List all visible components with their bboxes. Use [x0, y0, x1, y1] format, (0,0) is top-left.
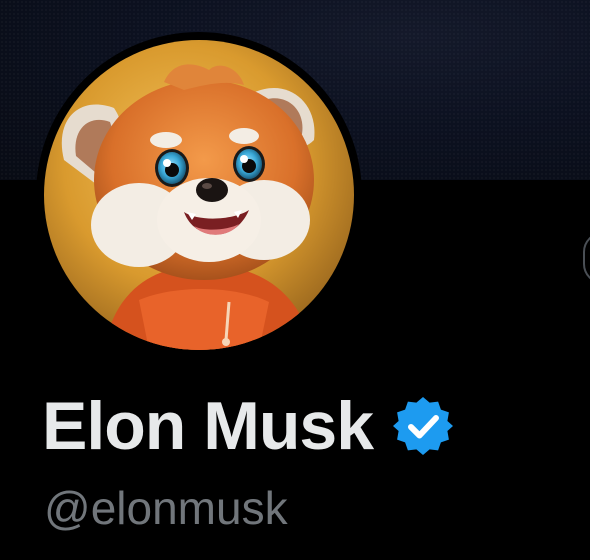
name-row: Elon Musk [42, 386, 455, 466]
username-handle: @elonmusk [44, 482, 288, 534]
verified-badge-icon[interactable] [391, 394, 455, 458]
profile-action-button-edge[interactable] [583, 232, 590, 284]
red-panda-avatar-image [44, 40, 354, 350]
profile-header: Elon Musk @elonmusk [0, 0, 590, 560]
avatar[interactable] [44, 40, 354, 350]
display-name: Elon Musk [42, 388, 374, 464]
